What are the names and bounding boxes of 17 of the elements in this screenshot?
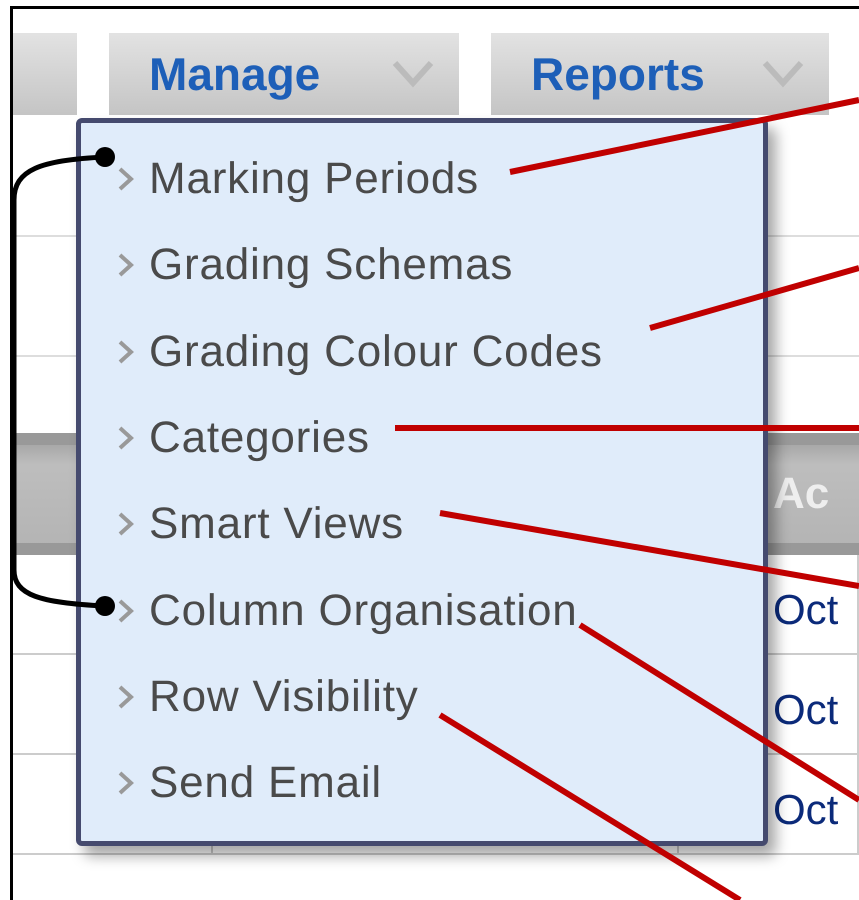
menu-tab[interactable]: Manage: [109, 33, 459, 115]
chevron-right-icon: [117, 598, 135, 624]
chevron-right-icon: [117, 166, 135, 192]
menu-tab[interactable]: Reports: [491, 33, 829, 115]
menu-item[interactable]: Grading Schemas: [81, 222, 763, 309]
menu-item[interactable]: Marking Periods: [81, 136, 763, 222]
chevron-right-icon: [117, 252, 135, 278]
menu-item[interactable]: Categories: [81, 394, 763, 482]
chevron-right-icon: [117, 684, 135, 710]
chevron-right-icon: [117, 511, 135, 538]
chevron-down-icon: [761, 59, 805, 89]
chevron-right-icon: [117, 425, 135, 452]
chevron-right-icon: [117, 338, 135, 365]
menu-item[interactable]: Grading Colour Codes: [81, 308, 763, 395]
chevron-down-icon: [391, 59, 435, 89]
tab[interactable]: [13, 33, 77, 115]
chevron-right-icon: [117, 770, 135, 796]
